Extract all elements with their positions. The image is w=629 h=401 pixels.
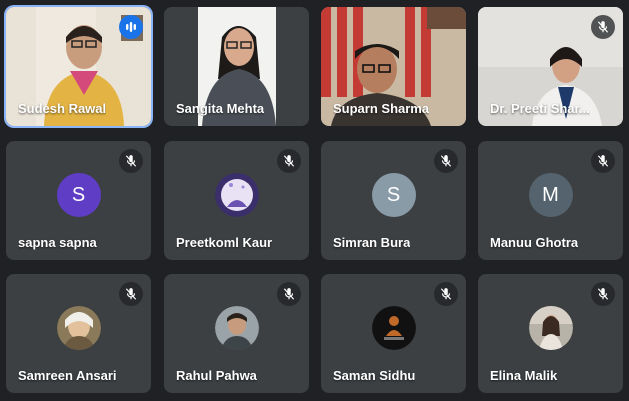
participant-name: Rahul Pahwa: [176, 368, 257, 383]
participant-tile-samreen-ansari[interactable]: Samreen Ansari: [6, 274, 151, 393]
participant-name: Sangita Mehta: [176, 101, 265, 116]
mic-muted-icon: [277, 282, 301, 306]
participant-tile-sangita-mehta[interactable]: Sangita Mehta: [164, 7, 309, 126]
mic-muted-icon: [591, 282, 615, 306]
meeting-grid: { "colors": { "tile_bg": "#3c4043", "pag…: [0, 0, 629, 401]
mic-muted-icon: [277, 149, 301, 173]
participant-tile-sudesh-rawal[interactable]: Sudesh Rawal: [6, 7, 151, 126]
participant-tile-saman-sidhu[interactable]: Saman Sidhu: [321, 274, 466, 393]
participant-name: Dr. Preeti Shar...: [490, 101, 590, 116]
avatar: S: [371, 173, 416, 217]
avatar: [214, 306, 259, 350]
participant-name: Simran Bura: [333, 235, 411, 250]
participant-name: Preetkoml Kaur: [176, 235, 273, 250]
avatar: S: [56, 173, 101, 217]
mic-muted-icon: [119, 282, 143, 306]
avatar: [214, 173, 259, 217]
participant-name: Samreen Ansari: [18, 368, 117, 383]
participant-tile-elina-malik[interactable]: Elina Malik: [478, 274, 623, 393]
mic-muted-icon: [119, 149, 143, 173]
participant-name: Suparn Sharma: [333, 101, 430, 116]
participant-tile-preetkoml-kaur[interactable]: Preetkoml Kaur: [164, 141, 309, 260]
avatar: [371, 306, 416, 350]
participant-name: Sudesh Rawal: [18, 101, 107, 116]
avatar: [56, 306, 101, 350]
participant-name: Manuu Ghotra: [490, 235, 579, 250]
avatar: [528, 306, 573, 350]
mic-muted-icon: [591, 15, 615, 39]
participant-tile-suparn-sharma[interactable]: Suparn Sharma: [321, 7, 466, 126]
participant-tile-simran-bura[interactable]: S Simran Bura: [321, 141, 466, 260]
participant-tile-rahul-pahwa[interactable]: Rahul Pahwa: [164, 274, 309, 393]
mic-muted-icon: [434, 282, 458, 306]
speaking-indicator-icon: [119, 15, 143, 39]
participant-name: Elina Malik: [490, 368, 558, 383]
participant-tile-sapna-sapna[interactable]: S sapna sapna: [6, 141, 151, 260]
mic-muted-icon: [591, 149, 615, 173]
participant-name: Saman Sidhu: [333, 368, 416, 383]
avatar: M: [528, 173, 573, 217]
mic-muted-icon: [434, 149, 458, 173]
participant-tile-manuu-ghotra[interactable]: M Manuu Ghotra: [478, 141, 623, 260]
participant-tile-dr-preeti-sharma[interactable]: Dr. Preeti Shar...: [478, 7, 623, 126]
participant-name: sapna sapna: [18, 235, 97, 250]
